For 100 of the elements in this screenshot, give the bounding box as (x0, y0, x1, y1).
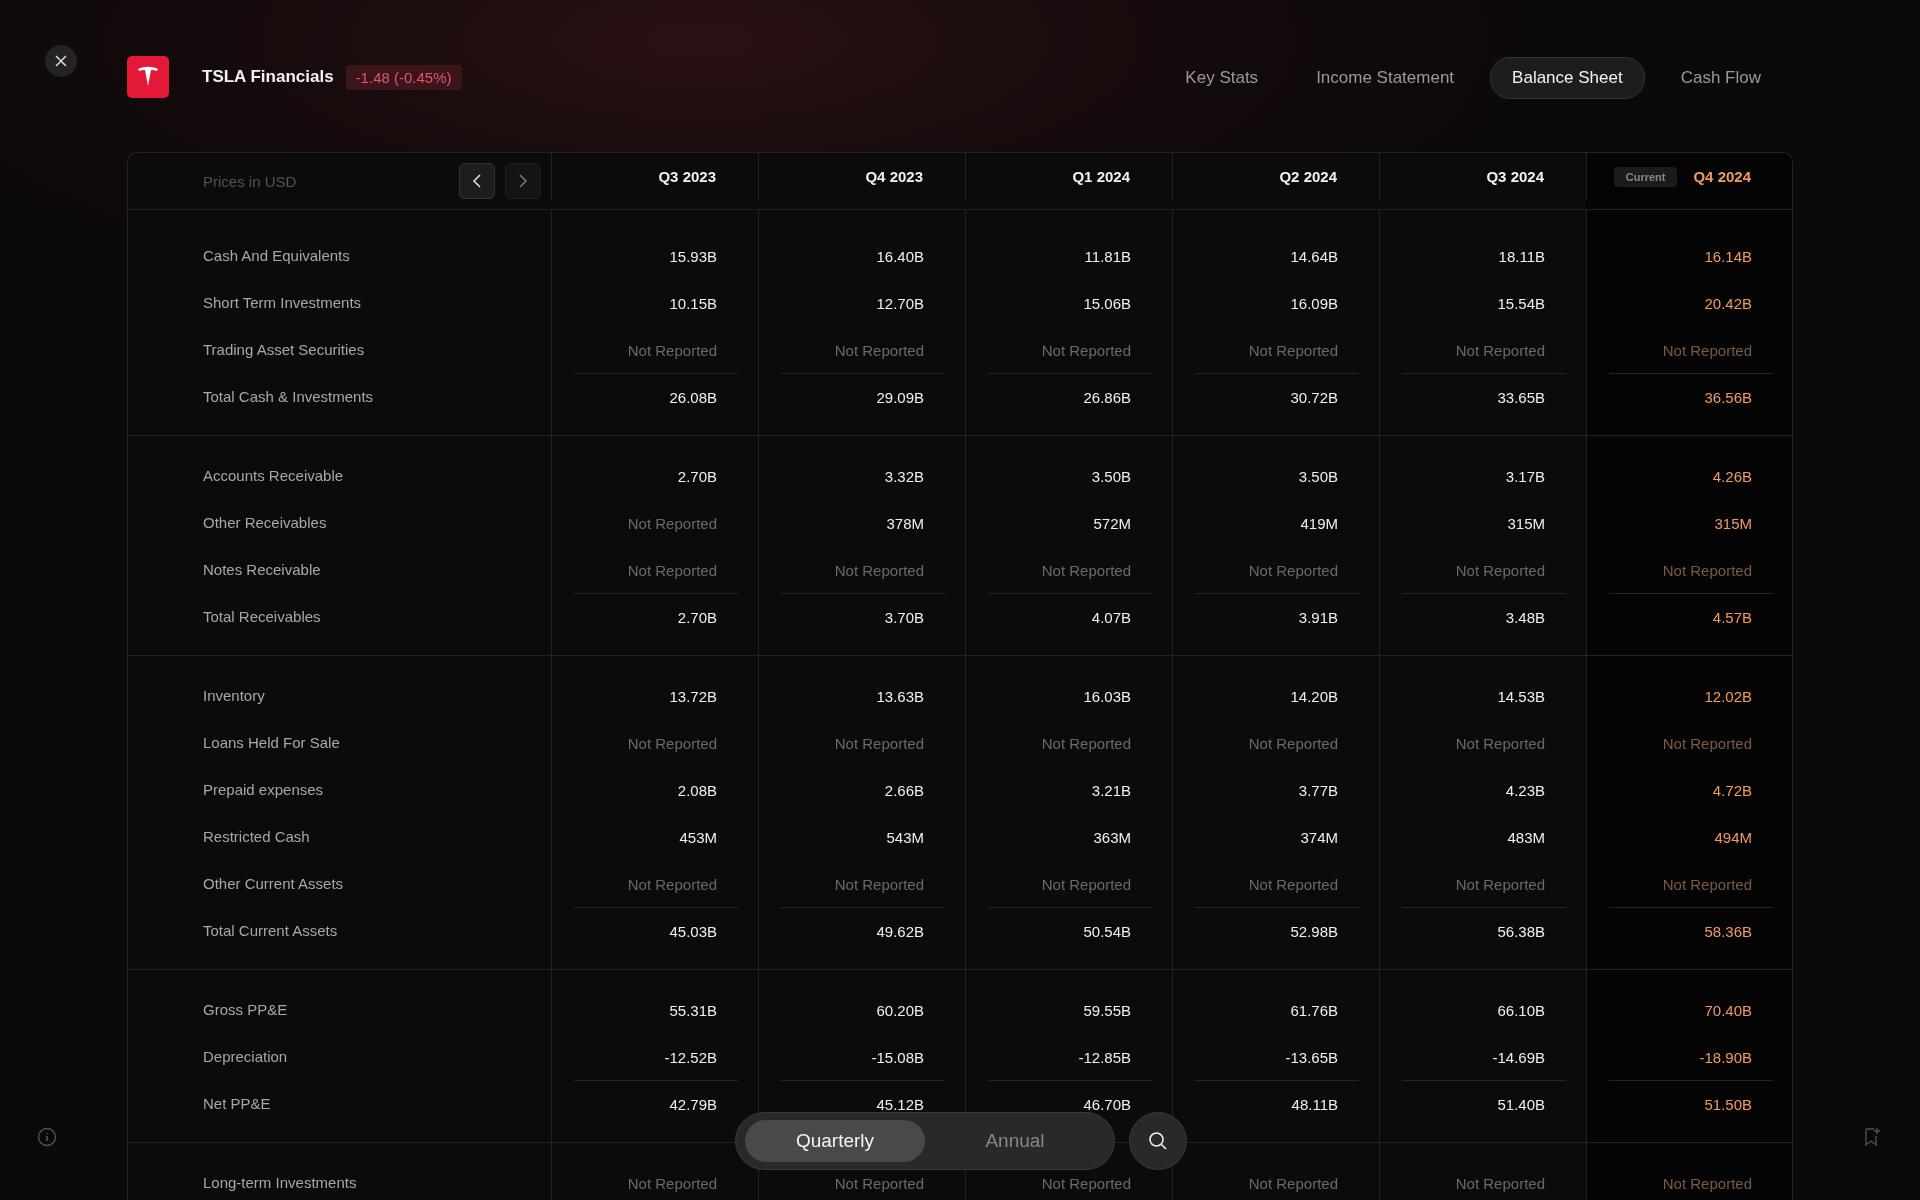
table-cell: 419M (1300, 514, 1338, 532)
table-cell: 29.09B (876, 388, 924, 406)
column-header: Q1 2024 (1072, 168, 1130, 185)
table-cell: Not Reported (627, 734, 717, 752)
table-cell: 363M (1093, 828, 1131, 846)
table-cell: 3.91B (1298, 608, 1338, 626)
table-cell: Not Reported (834, 875, 924, 893)
table-cell: Not Reported (1662, 341, 1752, 359)
table-cell: 50.54B (1083, 922, 1131, 940)
table-cell: Not Reported (1041, 341, 1131, 359)
table-cell: Not Reported (1041, 561, 1131, 579)
table-cell: 4.26B (1712, 467, 1752, 485)
column-header: Q3 2023 (658, 168, 716, 185)
tab[interactable]: Income Statement (1294, 57, 1477, 99)
table-cell: Not Reported (1248, 1174, 1338, 1192)
table-cell: 2.70B (677, 467, 717, 485)
table-cell: Not Reported (1248, 875, 1338, 893)
previous-button[interactable] (459, 163, 495, 199)
table-cell: 51.40B (1497, 1095, 1545, 1113)
table-cell: 10.15B (669, 294, 717, 312)
chevron-left-icon (472, 174, 482, 188)
table-cell: 52.98B (1290, 922, 1338, 940)
table-cell: Not Reported (1455, 875, 1545, 893)
table-cell: Not Reported (1455, 561, 1545, 579)
table-cell: 51.50B (1704, 1095, 1752, 1113)
table-cell: Not Reported (1041, 875, 1131, 893)
row-label: Cash And Equivalents (203, 247, 350, 264)
row-label: Total Cash & Investments (203, 388, 374, 405)
table-cell: 4.07B (1091, 608, 1131, 626)
table-cell: 3.21B (1091, 781, 1131, 799)
table-cell: Not Reported (627, 341, 717, 359)
table-cell: Not Reported (834, 341, 924, 359)
table-cell: -12.52B (664, 1048, 717, 1066)
table-cell: 4.57B (1712, 608, 1752, 626)
table-cell: 572M (1093, 514, 1131, 532)
table-cell: Not Reported (1455, 734, 1545, 752)
table-cell: 543M (886, 828, 924, 846)
table-cell: 70.40B (1704, 1001, 1752, 1019)
column-header: Q2 2024 (1279, 168, 1337, 185)
table-cell: 14.53B (1497, 687, 1545, 705)
tab[interactable]: Cash Flow (1658, 57, 1783, 99)
table-cell: 33.65B (1497, 388, 1545, 406)
row-label: Loans Held For Sale (203, 734, 340, 751)
table-cell: 3.70B (884, 608, 924, 626)
table-cell: 3.50B (1298, 467, 1338, 485)
chevron-right-icon (518, 174, 528, 188)
table-cell: Not Reported (627, 514, 717, 532)
period-option[interactable]: Annual (925, 1120, 1105, 1162)
table-cell: 26.08B (669, 388, 717, 406)
column-header: Q3 2024 (1486, 168, 1544, 185)
row-label: Depreciation (203, 1048, 288, 1065)
table-cell: 3.17B (1505, 467, 1545, 485)
table-cell: 494M (1714, 828, 1752, 846)
table-cell: -12.85B (1078, 1048, 1131, 1066)
table-cell: Not Reported (834, 734, 924, 752)
table-cell: 20.42B (1704, 294, 1752, 312)
table-cell: 58.36B (1704, 922, 1752, 940)
table-cell: 4.23B (1505, 781, 1545, 799)
tab[interactable]: Balance Sheet (1490, 57, 1645, 99)
table-cell: Not Reported (1455, 1174, 1545, 1192)
table-cell: 14.20B (1290, 687, 1338, 705)
column-header: Q4 2024 (1693, 168, 1751, 185)
table-cell: 3.50B (1091, 467, 1131, 485)
close-button[interactable] (45, 45, 77, 77)
info-icon[interactable] (37, 1127, 57, 1147)
row-label: Long-term Investments (203, 1174, 357, 1191)
row-label: Net PP&E (203, 1095, 271, 1112)
table-cell: 2.70B (677, 608, 717, 626)
table-cell: -13.65B (1285, 1048, 1338, 1066)
table-cell: 16.03B (1083, 687, 1131, 705)
current-badge: Current (1613, 166, 1678, 187)
table-cell: 3.32B (884, 467, 924, 485)
row-label: Notes Receivable (203, 561, 321, 578)
tab[interactable]: Key Stats (1163, 57, 1281, 99)
row-label: Short Term Investments (203, 294, 362, 311)
table-cell: 36.56B (1704, 388, 1752, 406)
price-change-badge: -1.48 (-0.45%) (345, 64, 462, 90)
period-option[interactable]: Quarterly (745, 1120, 925, 1162)
table-cell: 13.72B (669, 687, 717, 705)
table-cell: 66.10B (1497, 1001, 1545, 1019)
table-cell: 14.64B (1290, 247, 1338, 265)
table-cell: 2.66B (884, 781, 924, 799)
table-cell: 12.02B (1704, 687, 1752, 705)
table-cell: Not Reported (834, 561, 924, 579)
table-cell: 55.31B (669, 1001, 717, 1019)
table-cell: Not Reported (1041, 734, 1131, 752)
search-icon (1148, 1131, 1168, 1151)
table-cell: 49.62B (876, 922, 924, 940)
table-cell: 46.70B (1083, 1095, 1131, 1113)
table-cell: 15.54B (1497, 294, 1545, 312)
column-header: Q4 2023 (865, 168, 923, 185)
table-cell: 26.86B (1083, 388, 1131, 406)
table-cell: 374M (1300, 828, 1338, 846)
table-cell: 16.40B (876, 247, 924, 265)
table-cell: Not Reported (1041, 1174, 1131, 1192)
table-cell: 16.09B (1290, 294, 1338, 312)
row-label: Other Receivables (203, 514, 327, 531)
table-cell: 315M (1507, 514, 1545, 532)
table-cell: Not Reported (1662, 875, 1752, 893)
row-label: Inventory (203, 687, 265, 704)
